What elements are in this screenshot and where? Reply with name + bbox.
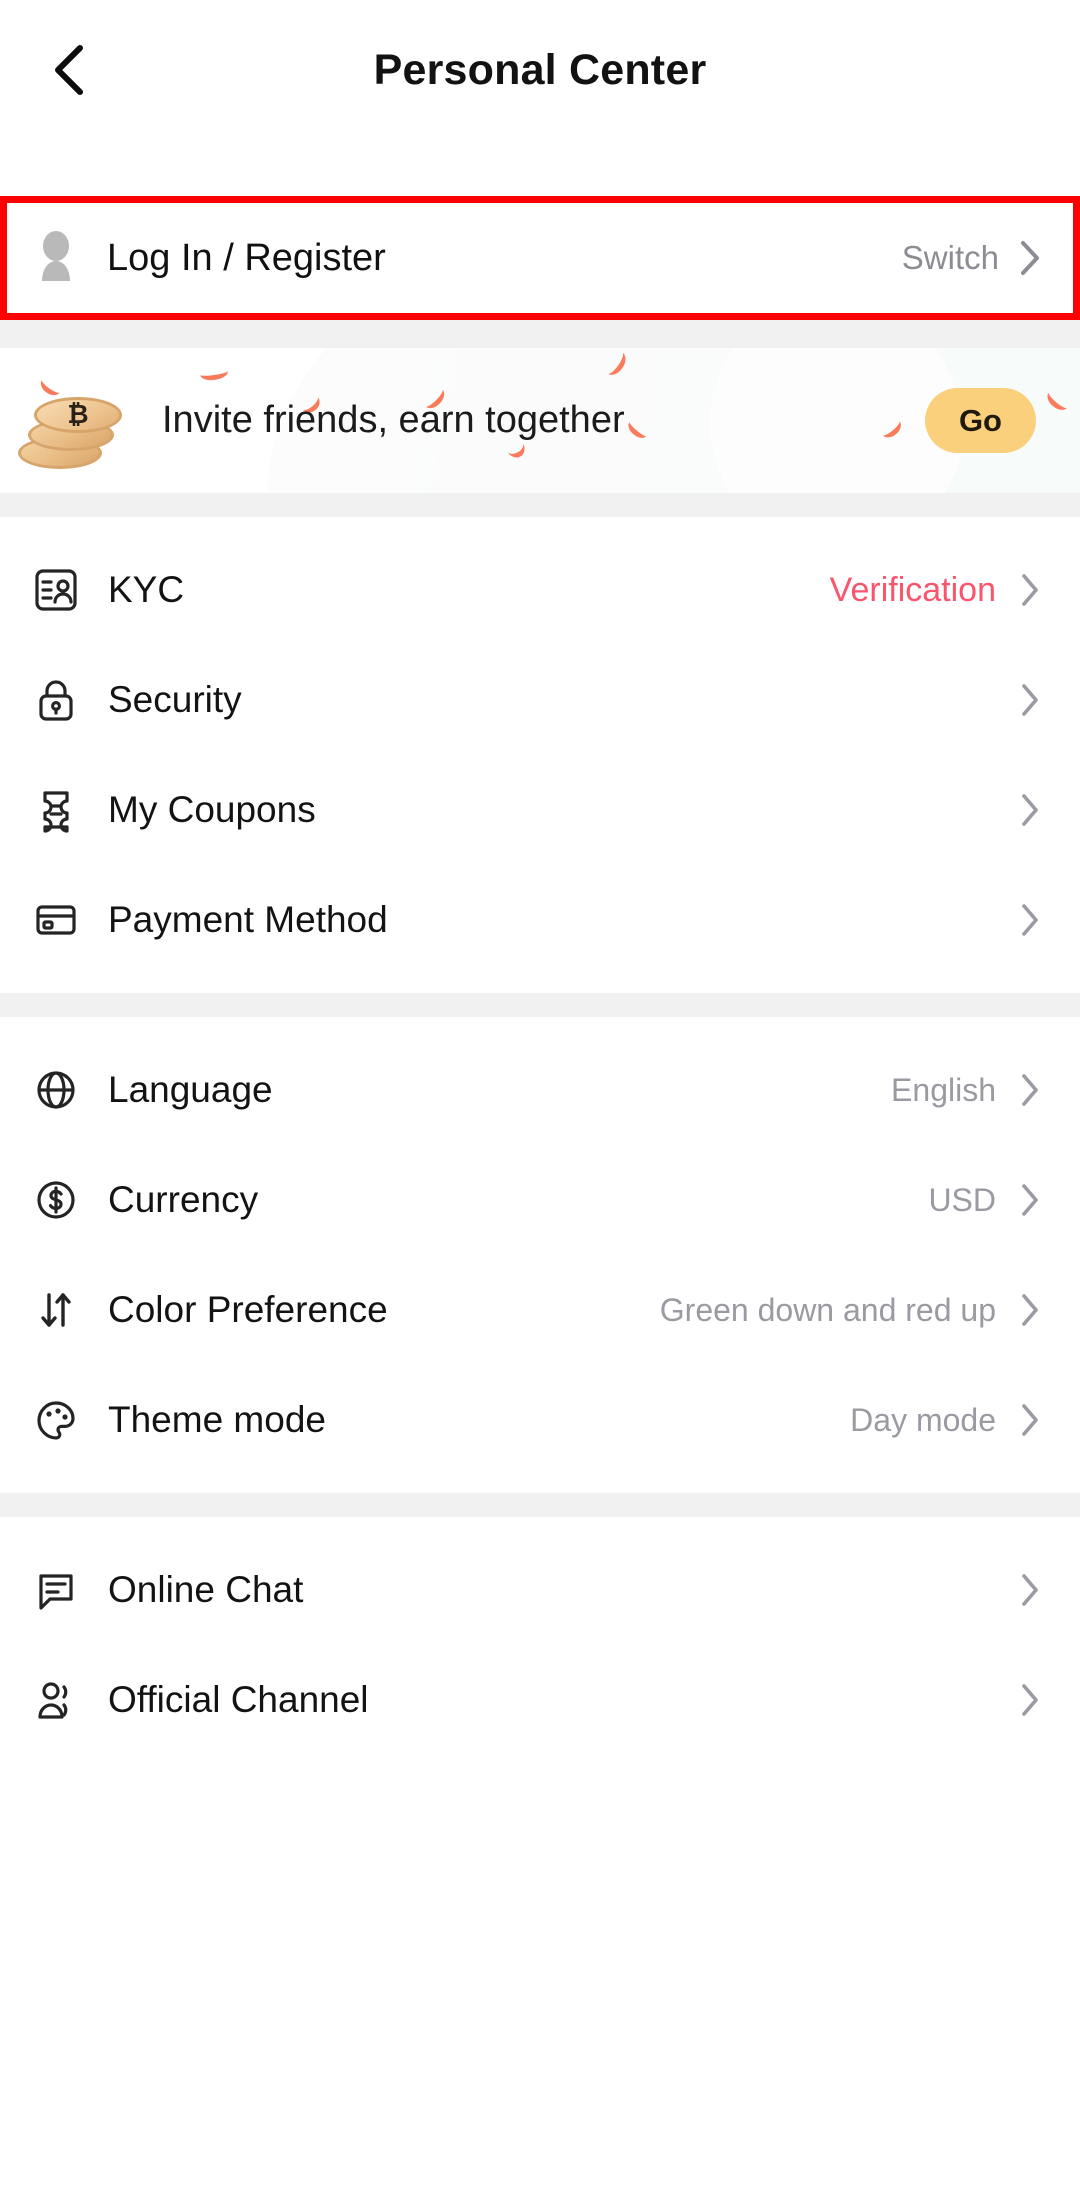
chevron-right-icon	[1018, 1401, 1042, 1439]
group-top-padding	[0, 1517, 1080, 1535]
menu-value: USD	[928, 1181, 996, 1218]
menu-row-official-channel[interactable]: Official Channel	[0, 1645, 1080, 1755]
invite-banner[interactable]: ₿ Invite friends, earn together Go	[0, 348, 1080, 493]
switch-label: Switch	[901, 239, 999, 276]
chevron-right-icon	[1018, 1071, 1042, 1109]
chevron-right-icon	[1018, 1291, 1042, 1329]
menu-row-color-preference[interactable]: Color Preference Green down and red up	[0, 1255, 1080, 1365]
up-down-arrows-icon	[28, 1282, 84, 1338]
group-separator	[0, 1493, 1080, 1517]
personal-center-screen: Personal Center Log In / Register Switch	[0, 0, 1080, 2202]
menu-row-currency[interactable]: Currency USD	[0, 1145, 1080, 1255]
menu-label: Security	[108, 679, 242, 720]
chevron-right-icon	[1018, 681, 1042, 719]
menu-label: Color Preference	[108, 1289, 388, 1330]
menu-value: English	[891, 1071, 996, 1108]
login-register-section: Log In / Register Switch	[0, 196, 1080, 320]
login-register-label: Log In / Register	[107, 236, 386, 279]
chevron-right-icon	[1018, 1681, 1042, 1719]
menu-label: Currency	[108, 1179, 259, 1220]
menu-label: Online Chat	[108, 1569, 304, 1610]
banner-go-button[interactable]: Go	[924, 388, 1036, 453]
back-button[interactable]	[30, 30, 110, 110]
group-bottom-padding	[0, 975, 1080, 993]
group-bottom-padding	[0, 1475, 1080, 1493]
spacer-above-banner	[0, 320, 1080, 348]
globe-icon	[28, 1062, 84, 1118]
menu-label: My Coupons	[108, 789, 316, 830]
confetti-streak	[199, 364, 229, 382]
person-avatar-icon	[27, 229, 85, 287]
login-register-row[interactable]: Log In / Register Switch	[7, 203, 1073, 313]
menu-label: Language	[108, 1069, 273, 1110]
menu-row-theme-mode[interactable]: Theme mode Day mode	[0, 1365, 1080, 1475]
menu-label: Official Channel	[108, 1679, 369, 1720]
menu-label: Theme mode	[108, 1399, 326, 1440]
menu-row-payment-method[interactable]: Payment Method	[0, 865, 1080, 975]
group-top-padding	[0, 1017, 1080, 1035]
chevron-right-icon	[1018, 901, 1042, 939]
menu-row-my-coupons[interactable]: My Coupons	[0, 755, 1080, 865]
menu-row-online-chat[interactable]: Online Chat	[0, 1535, 1080, 1645]
menu-label: KYC	[108, 569, 185, 610]
chevron-right-icon	[1017, 238, 1043, 278]
menu-value: Green down and red up	[659, 1291, 996, 1328]
bitcoin-coins-icon: ₿	[16, 371, 126, 471]
account-group: KYC Verification Security My Coupons Pay…	[0, 517, 1080, 993]
page-title: Personal Center	[373, 45, 707, 94]
support-group: Online Chat Official Channel	[0, 1517, 1080, 1773]
group-separator	[0, 493, 1080, 517]
app-header: Personal Center	[0, 0, 1080, 140]
broadcast-person-icon	[28, 1672, 84, 1728]
bitcoin-symbol: ₿	[67, 400, 89, 430]
preferences-group: Language English Currency USD Color Pref…	[0, 1017, 1080, 1493]
id-card-icon	[28, 562, 84, 618]
menu-label: Payment Method	[108, 899, 388, 940]
chevron-right-icon	[1018, 1571, 1042, 1609]
chevron-right-icon	[1018, 791, 1042, 829]
credit-card-icon	[28, 892, 84, 948]
menu-value: Day mode	[850, 1401, 996, 1438]
dollar-circle-icon	[28, 1172, 84, 1228]
menu-row-language[interactable]: Language English	[0, 1035, 1080, 1145]
menu-row-kyc[interactable]: KYC Verification	[0, 535, 1080, 645]
menu-value: Verification	[829, 570, 996, 609]
chevron-right-icon	[1018, 571, 1042, 609]
group-top-padding	[0, 517, 1080, 535]
chevron-right-icon	[1018, 1181, 1042, 1219]
chevron-left-icon	[55, 45, 83, 95]
group-separator	[0, 993, 1080, 1017]
menu-row-security[interactable]: Security	[0, 645, 1080, 755]
palette-icon	[28, 1392, 84, 1448]
ticket-icon	[28, 782, 84, 838]
lock-icon	[28, 672, 84, 728]
invite-banner-text: Invite friends, earn together	[162, 399, 625, 441]
group-bottom-padding	[0, 1755, 1080, 1773]
chat-bubble-icon	[28, 1562, 84, 1618]
